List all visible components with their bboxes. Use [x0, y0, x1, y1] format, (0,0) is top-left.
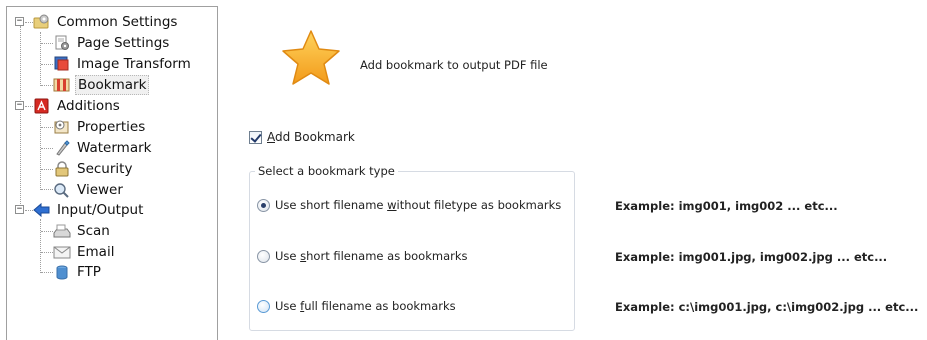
- tree-connector: [41, 64, 53, 65]
- radio-label: Use full filename as bookmarks: [275, 299, 456, 313]
- pdf-icon: [34, 98, 49, 114]
- arrow-icon: [33, 202, 50, 218]
- collapse-input-output-button[interactable]: −: [15, 205, 24, 214]
- tree-item-label: Additions: [57, 98, 120, 114]
- tree-item-label: Viewer: [77, 182, 123, 198]
- watermark-icon: [56, 140, 70, 156]
- tree-item-label: Watermark: [77, 140, 152, 156]
- radio-button[interactable]: [257, 299, 270, 313]
- tree-connector: [41, 252, 53, 253]
- email-icon: [53, 246, 71, 259]
- tree-connector: [41, 43, 53, 44]
- tree-item-page-settings[interactable]: Page Settings: [53, 33, 171, 53]
- tree-item-security[interactable]: Security: [53, 159, 134, 179]
- tree-item-common-settings[interactable]: Common Settings: [33, 12, 179, 32]
- radio-label: Use short filename without filetype as b…: [275, 198, 562, 212]
- add-bookmark-label: Add Bookmark: [267, 130, 355, 144]
- tree-item-input-output[interactable]: Input/Output: [33, 200, 145, 220]
- tree-connector: [41, 169, 53, 170]
- tree-item-label: Input/Output: [57, 202, 144, 218]
- tree-item-label: Security: [77, 161, 133, 177]
- tree-item-label: Bookmark: [75, 75, 150, 95]
- radio-short-no-ext[interactable]: Use short filename without filetype as b…: [257, 198, 561, 212]
- tree-item-bookmark[interactable]: Bookmark: [53, 75, 150, 95]
- example-short-no-ext: Example: img001, img002 ... etc...: [615, 199, 838, 213]
- bookmark-icon: [53, 78, 70, 92]
- tree-item-label: Scan: [77, 223, 110, 239]
- radio-button[interactable]: [257, 249, 270, 263]
- tree-item-label: Properties: [77, 119, 146, 135]
- page-settings-icon: [55, 35, 69, 50]
- tree-connector: [41, 85, 53, 86]
- tree-item-additions[interactable]: Additions: [33, 96, 122, 116]
- tree-connector: [41, 127, 53, 128]
- image-transform-icon: [54, 56, 69, 71]
- radio-full-filename[interactable]: Use full filename as bookmarks: [257, 299, 456, 313]
- tree-connector: [41, 231, 53, 232]
- radio-button[interactable]: [257, 198, 270, 212]
- tree-item-email[interactable]: Email: [53, 242, 116, 262]
- tree-connector: [20, 26, 21, 208]
- tree-item-viewer[interactable]: Viewer: [53, 180, 125, 200]
- tree-connector: [40, 32, 41, 86]
- lock-icon: [55, 161, 69, 177]
- tree-connector: [25, 210, 33, 211]
- tree-item-label: Page Settings: [77, 35, 170, 51]
- tree-item-scan[interactable]: Scan: [53, 221, 112, 241]
- page-description: Add bookmark to output PDF file: [360, 58, 548, 72]
- radio-label: Use short filename as bookmarks: [275, 249, 468, 263]
- tree-item-properties[interactable]: Properties: [53, 117, 147, 137]
- gear-folder-icon: [33, 14, 49, 29]
- scanner-icon: [53, 224, 71, 238]
- tree-item-label: FTP: [77, 264, 101, 280]
- tree-connector: [40, 219, 41, 273]
- group-title: Select a bookmark type: [255, 164, 398, 178]
- properties-icon: [54, 120, 69, 134]
- star-icon: [282, 30, 340, 85]
- tree-item-image-transform[interactable]: Image Transform: [53, 54, 193, 74]
- add-bookmark-checkbox-row[interactable]: Add Bookmark: [249, 130, 355, 144]
- add-bookmark-checkbox[interactable]: [249, 130, 262, 144]
- settings-tree: − − − Common Settings Page Settings Imag…: [6, 6, 218, 340]
- tree-connector: [25, 22, 33, 23]
- radio-short-filename[interactable]: Use short filename as bookmarks: [257, 249, 468, 263]
- tree-item-watermark[interactable]: Watermark: [53, 138, 153, 158]
- collapse-additions-button[interactable]: −: [15, 101, 24, 110]
- tree-connector: [41, 272, 53, 273]
- tree-item-ftp[interactable]: FTP: [53, 262, 103, 282]
- tree-item-label: Common Settings: [57, 14, 178, 30]
- ftp-icon: [56, 265, 68, 280]
- collapse-common-settings-button[interactable]: −: [15, 17, 24, 26]
- tree-item-label: Image Transform: [77, 56, 191, 72]
- tree-connector: [41, 189, 53, 190]
- example-short-filename: Example: img001.jpg, img002.jpg ... etc.…: [615, 250, 888, 264]
- example-full-filename: Example: c:\img001.jpg, c:\img002.jpg ..…: [615, 300, 919, 314]
- viewer-icon: [54, 183, 69, 198]
- tree-item-label: Email: [77, 244, 115, 260]
- tree-connector: [41, 148, 53, 149]
- tree-connector: [25, 106, 33, 107]
